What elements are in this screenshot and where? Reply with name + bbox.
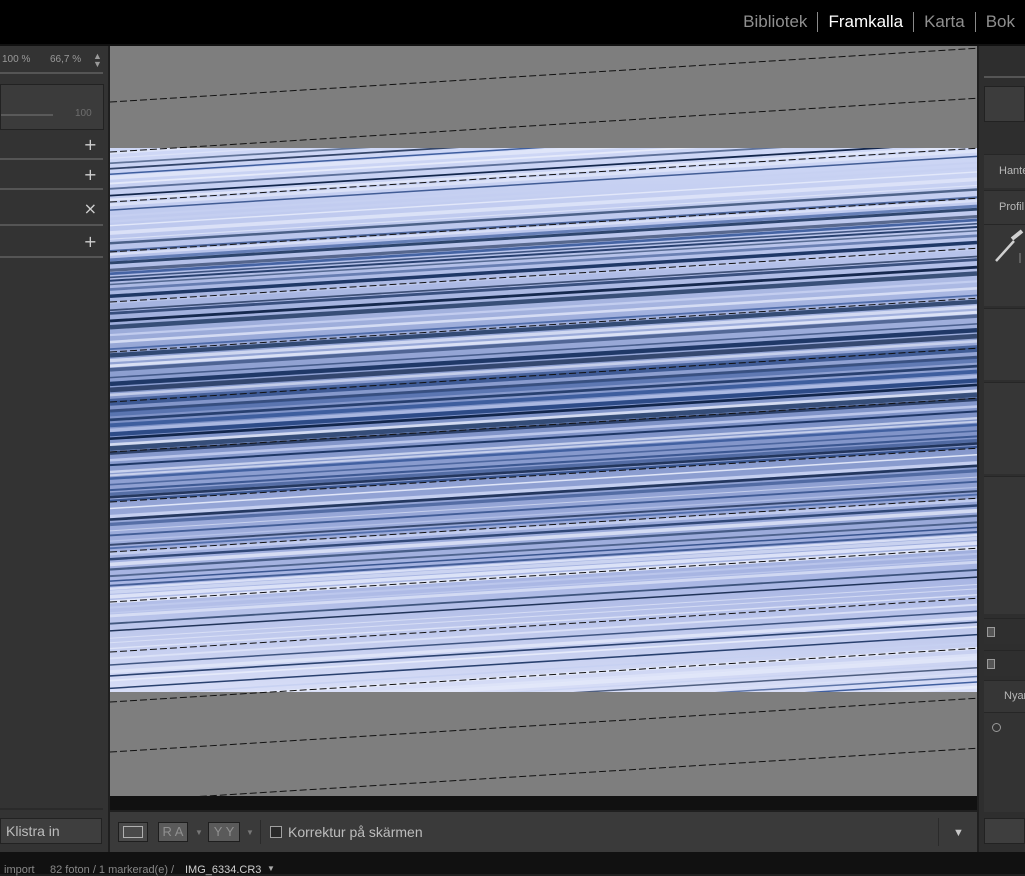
module-book[interactable]: Bok (976, 12, 1025, 32)
zoom-fit-option[interactable]: 100 % (2, 54, 30, 65)
filename-chevron-down-icon[interactable]: ▼ (267, 864, 275, 873)
current-filename[interactable]: IMG_6334.CR3 (185, 864, 261, 876)
module-picker: Bibliotek Framkalla Karta Bok (733, 0, 1025, 44)
module-library[interactable]: Bibliotek (733, 12, 817, 32)
panel-divider (984, 76, 1025, 78)
toolbar-separator (260, 820, 261, 844)
guide-line (110, 97, 977, 153)
filmstrip-status-bar: import 82 foton / 1 markerad(e) / IMG_63… (0, 852, 1025, 876)
white-balance-section (984, 224, 1025, 306)
zoom-level-option[interactable]: 66,7 % (50, 54, 81, 65)
treatment-row[interactable]: Hante (984, 154, 1025, 188)
panel-divider (0, 72, 103, 74)
left-panel: 100 % 66,7 % ▲ ▼ 100 + + × + Klistra in (0, 46, 108, 852)
clear-history-icon[interactable]: × (84, 200, 97, 218)
soft-proofing-checkbox[interactable] (270, 826, 282, 838)
chevron-down-icon[interactable]: ▼ (246, 828, 254, 837)
panel-divider (0, 256, 103, 258)
profile-row[interactable]: Profil : (984, 190, 1025, 224)
panel-toggle-icon[interactable] (987, 659, 995, 669)
navigator-slider-value: 100 (75, 108, 92, 119)
toolbar-separator (938, 818, 939, 846)
photo-streak (874, 685, 977, 692)
add-collection-icon[interactable]: + (84, 233, 97, 251)
photo-streak (110, 148, 213, 155)
panel-divider (0, 808, 103, 810)
eyedropper-icon[interactable] (992, 229, 1025, 269)
paste-button[interactable]: Klistra in (0, 818, 102, 844)
module-map[interactable]: Karta (914, 12, 975, 32)
profile-label: Profil : (999, 201, 1025, 213)
snapshots-panel-header[interactable]: + (0, 162, 103, 190)
loupe-view-button[interactable] (118, 822, 148, 842)
soft-proofing-label: Korrektur på skärmen (288, 824, 423, 840)
photo-canvas[interactable] (110, 46, 977, 796)
reset-button[interactable] (984, 818, 1025, 844)
toolbar-options-chevron-icon[interactable]: ▼ (953, 827, 964, 839)
chevron-down-icon[interactable]: ▼ (195, 828, 203, 837)
preset-label: Nyar (1004, 690, 1025, 702)
tone-curve-section (984, 476, 1025, 614)
panel-divider (0, 224, 103, 226)
presence-section (984, 382, 1025, 474)
zoom-stepper-icon[interactable]: ▲ ▼ (93, 52, 102, 69)
guide-line (110, 47, 977, 103)
navigator-zoom-row: 100 % 66,7 % ▲ ▼ (0, 52, 104, 69)
navigator-preview[interactable]: 100 (0, 84, 104, 130)
before-after-button[interactable]: R A (158, 822, 188, 842)
right-panel: Hante Profil : Nyar (979, 46, 1025, 852)
module-develop[interactable]: Framkalla (818, 12, 913, 32)
tone-section (984, 308, 1025, 380)
panel-toggle-icon[interactable] (987, 627, 995, 637)
canvas-bottom-edge (110, 796, 977, 810)
before-after-split-button[interactable]: Y Y (208, 822, 240, 842)
photo-preview (110, 47, 977, 796)
add-preset-icon[interactable]: + (84, 136, 97, 154)
add-snapshot-icon[interactable]: + (84, 166, 97, 184)
histogram-area[interactable] (984, 86, 1025, 122)
history-panel-header[interactable]: × (0, 196, 103, 224)
photo-count: 82 foton / 1 markerad(e) / (50, 864, 175, 876)
collections-panel-header[interactable]: + (0, 229, 103, 257)
collapsed-panel-row[interactable] (984, 618, 1025, 644)
module-bar: Bibliotek Framkalla Karta Bok (0, 0, 1025, 44)
panel-divider (0, 188, 103, 190)
preset-row[interactable]: Nyar (984, 680, 1025, 712)
collapsed-panel-row[interactable] (984, 650, 1025, 676)
panel-divider (0, 158, 103, 160)
navigator-slider[interactable] (1, 114, 53, 116)
develop-toolbar: R A ▼ Y Y ▼ Korrektur på skärmen ▼ (110, 812, 977, 852)
loupe-view-icon (123, 826, 143, 838)
guide-line (110, 697, 977, 753)
source-label[interactable]: import (4, 864, 35, 876)
presets-panel-header[interactable]: + (0, 132, 103, 160)
photo-streak (976, 691, 977, 692)
guide-line (198, 747, 977, 796)
preset-content (984, 712, 1025, 812)
radio-icon[interactable] (992, 723, 1001, 732)
treatment-label: Hante (999, 165, 1025, 177)
